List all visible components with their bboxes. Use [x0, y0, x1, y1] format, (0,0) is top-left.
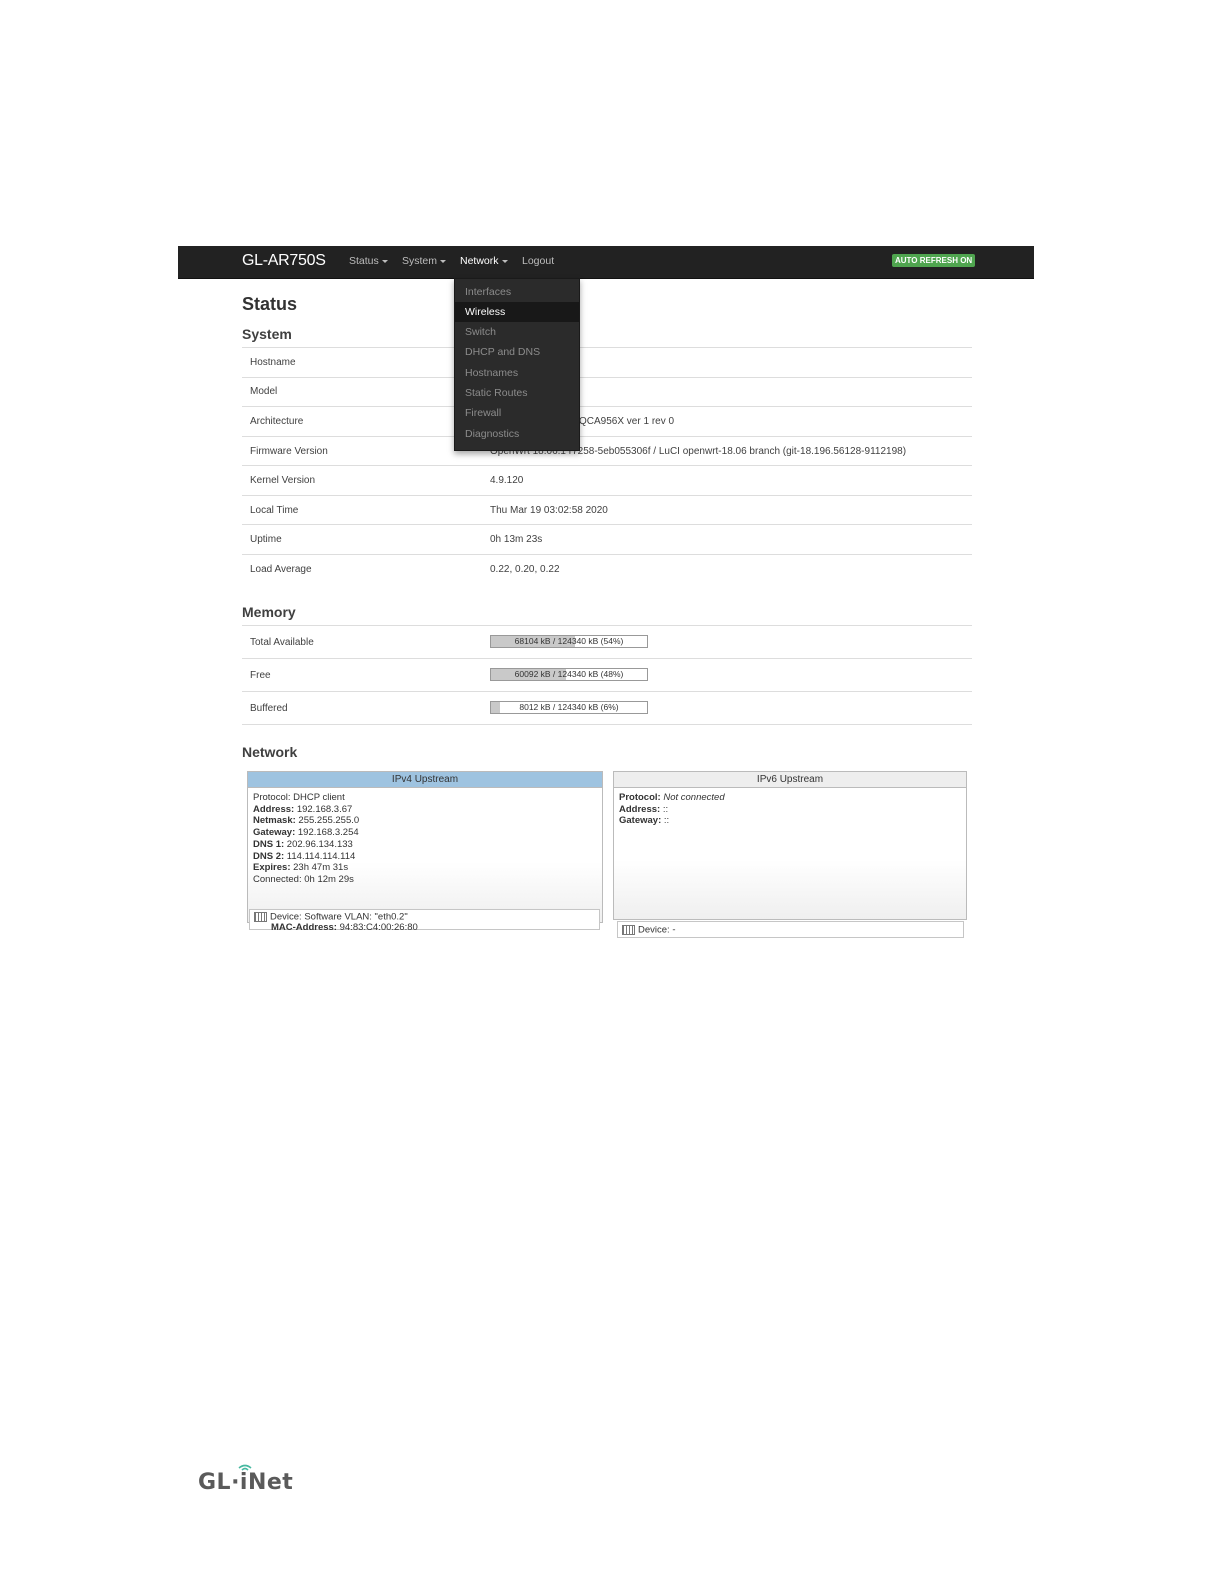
dropdown-item-diagnostics[interactable]: Diagnostics — [455, 424, 579, 444]
menu-status[interactable]: Status — [349, 255, 388, 267]
table-row: Buffered 8012 kB / 124340 kB (6%) — [242, 691, 972, 725]
brand-hostname[interactable]: GL-AR750S — [242, 252, 326, 270]
wifi-logo-icon — [238, 1464, 252, 1471]
chevron-down-icon — [381, 259, 388, 263]
bar-text: 68104 kB / 124340 kB (54%) — [514, 636, 624, 646]
memory-free-bar: 60092 kB / 124340 kB (48%) — [490, 668, 648, 681]
ipv6-device-bar: Device: - — [617, 921, 964, 938]
dropdown-item-static-routes[interactable]: Static Routes — [455, 383, 579, 403]
menu-system[interactable]: System — [402, 255, 447, 267]
table-row: Total Available 68104 kB / 124340 kB (54… — [242, 625, 972, 658]
row-value: 0h 13m 23s — [490, 534, 543, 545]
luci-status-screenshot: GL-AR750S Status System Network Logout A… — [178, 246, 1034, 966]
row-label: Active Connections — [250, 939, 336, 950]
menu-logout[interactable]: Logout — [522, 255, 554, 267]
bar-fill — [491, 938, 493, 948]
ipv6-upstream-box: IPv6 Upstream Protocol: Not connected Ad… — [613, 771, 967, 920]
ipv4-upstream-box: IPv4 Upstream Protocol: DHCP client Addr… — [247, 771, 603, 923]
row-label: Firmware Version — [250, 446, 328, 457]
chevron-down-icon — [501, 259, 508, 263]
ipv4-device-bar: Device: Software VLAN: "eth0.2" MAC-Addr… — [249, 909, 600, 932]
table-row: Free 60092 kB / 124340 kB (48%) — [242, 658, 972, 691]
dropdown-item-wireless[interactable]: Wireless — [455, 302, 579, 322]
table-row: Uptime 0h 13m 23s — [242, 524, 972, 554]
active-connections-bar: 236 / 16384 (1%) — [490, 937, 648, 949]
row-label: Load Average — [250, 564, 312, 575]
row-value: 0.22, 0.20, 0.22 — [490, 564, 560, 575]
memory-total-bar: 68104 kB / 124340 kB (54%) — [490, 635, 648, 648]
dropdown-item-firewall[interactable]: Firewall — [455, 403, 579, 423]
row-label: Model — [250, 386, 278, 397]
network-heading: Network — [242, 744, 298, 760]
system-heading: System — [242, 326, 292, 342]
row-label: Local Time — [250, 505, 299, 516]
gl-inet-logo: GL·iNet — [198, 1464, 293, 1495]
dropdown-item-interfaces[interactable]: Interfaces — [455, 282, 579, 302]
row-label: Total Available — [250, 637, 314, 648]
menu-network[interactable]: Network — [460, 255, 508, 267]
row-label: Architecture — [250, 416, 304, 427]
ipv4-upstream-title: IPv4 Upstream — [248, 772, 602, 788]
bar-text: 60092 kB / 124340 kB (48%) — [514, 669, 624, 679]
dropdown-item-hostnames[interactable]: Hostnames — [455, 363, 579, 383]
table-row: Local Time Thu Mar 19 03:02:58 2020 — [242, 495, 972, 525]
dropdown-item-switch[interactable]: Switch — [455, 322, 579, 342]
memory-buffered-bar: 8012 kB / 124340 kB (6%) — [490, 701, 648, 714]
row-label: Kernel Version — [250, 475, 316, 486]
ethernet-port-icon — [254, 912, 267, 922]
dropdown-item-dhcp-dns[interactable]: DHCP and DNS — [455, 342, 579, 362]
chevron-down-icon — [440, 259, 447, 263]
table-row: Architecture QCA956X ver 1 rev 0 — [242, 406, 972, 436]
row-value: Thu Mar 19 03:02:58 2020 — [490, 505, 608, 516]
table-row: Model — [242, 377, 972, 407]
network-dropdown-menu: Interfaces Wireless Switch DHCP and DNS … — [454, 278, 580, 451]
ipv6-upstream-title: IPv6 Upstream — [614, 772, 966, 788]
row-label: Buffered — [250, 703, 288, 714]
table-row: Load Average 0.22, 0.20, 0.22 — [242, 554, 972, 584]
table-row: Kernel Version 4.9.120 — [242, 465, 972, 495]
table-row: Hostname — [242, 347, 972, 377]
table-row: Firmware Version OpenWrt 18.06.1 r7258-5… — [242, 436, 972, 466]
top-navbar: GL-AR750S Status System Network Logout A… — [178, 246, 1034, 279]
row-label: Free — [250, 670, 271, 681]
row-label: Uptime — [250, 534, 282, 545]
row-label: Hostname — [250, 357, 296, 368]
row-value: QCA956X ver 1 rev 0 — [579, 416, 675, 427]
bar-text: 8012 kB / 124340 kB (6%) — [519, 702, 619, 712]
auto-refresh-badge[interactable]: AUTO REFRESH ON — [892, 254, 976, 267]
ipv6-details: Protocol: Not connected Address: :: Gate… — [619, 792, 725, 827]
memory-heading: Memory — [242, 604, 296, 620]
bar-text: 236 / 16384 (1%) — [536, 938, 602, 948]
ethernet-port-icon — [622, 925, 635, 935]
row-value: 4.9.120 — [490, 475, 524, 486]
ipv4-details: Protocol: DHCP client Address: 192.168.3… — [253, 792, 360, 885]
page-title: Status — [242, 294, 298, 314]
